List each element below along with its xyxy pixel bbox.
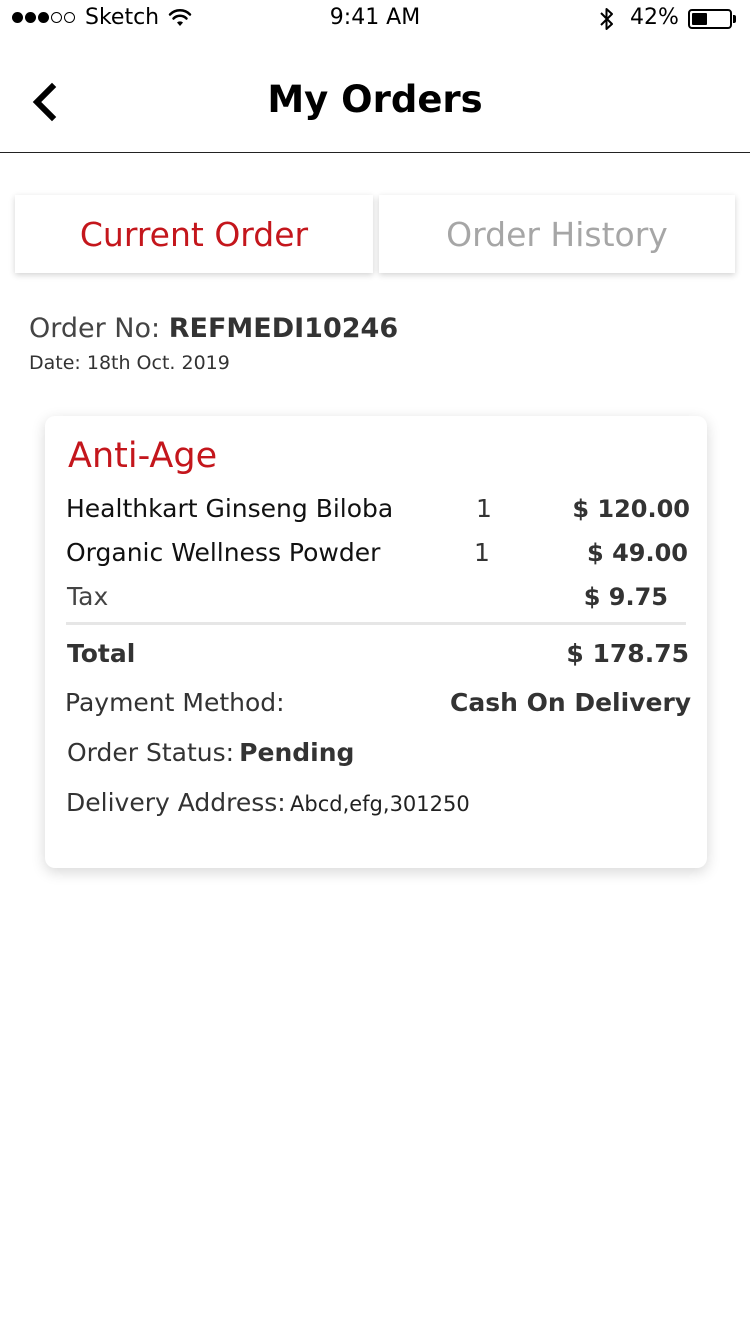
order-status-label: Order Status:: [67, 738, 235, 767]
order-status-value: Pending: [239, 738, 355, 767]
payment-method-label: Payment Method:: [65, 688, 285, 717]
tab-current-order[interactable]: Current Order: [15, 195, 373, 273]
order-number: Order No: REFMEDI10246: [29, 313, 398, 344]
header-divider: [0, 152, 750, 153]
tax-label: Tax: [67, 582, 109, 611]
tab-order-history[interactable]: Order History: [379, 195, 735, 273]
order-number-label: Order No:: [29, 313, 161, 344]
item-quantity: 1: [476, 494, 492, 523]
total-divider: [66, 622, 686, 625]
status-bar: Sketch 9:41 AM 42%: [0, 0, 750, 40]
order-category: Anti-Age: [68, 436, 218, 476]
order-number-value: REFMEDI10246: [168, 313, 399, 344]
order-date: Date: 18th Oct. 2019: [29, 352, 230, 374]
item-name: Healthkart Ginseng Biloba: [66, 494, 394, 523]
total-label: Total: [67, 639, 136, 668]
battery-icon: [688, 9, 732, 29]
delivery-address-value: Abcd,efg,301250: [290, 792, 470, 816]
payment-method-value: Cash On Delivery: [450, 688, 692, 717]
order-status: Order Status: Pending: [67, 738, 354, 767]
item-name: Organic Wellness Powder: [66, 538, 381, 567]
battery-percentage: 42%: [630, 5, 679, 30]
battery-level: [692, 13, 707, 25]
delivery-address-label: Delivery Address:: [66, 788, 286, 817]
page-title: My Orders: [267, 78, 483, 121]
total-value: $ 178.75: [566, 639, 689, 668]
item-price: $ 120.00: [572, 495, 690, 523]
item-price: $ 49.00: [587, 539, 688, 567]
bluetooth-icon: [598, 6, 616, 36]
tax-value: $ 9.75: [583, 583, 668, 611]
battery-nub: [733, 15, 736, 23]
item-quantity: 1: [474, 538, 490, 567]
